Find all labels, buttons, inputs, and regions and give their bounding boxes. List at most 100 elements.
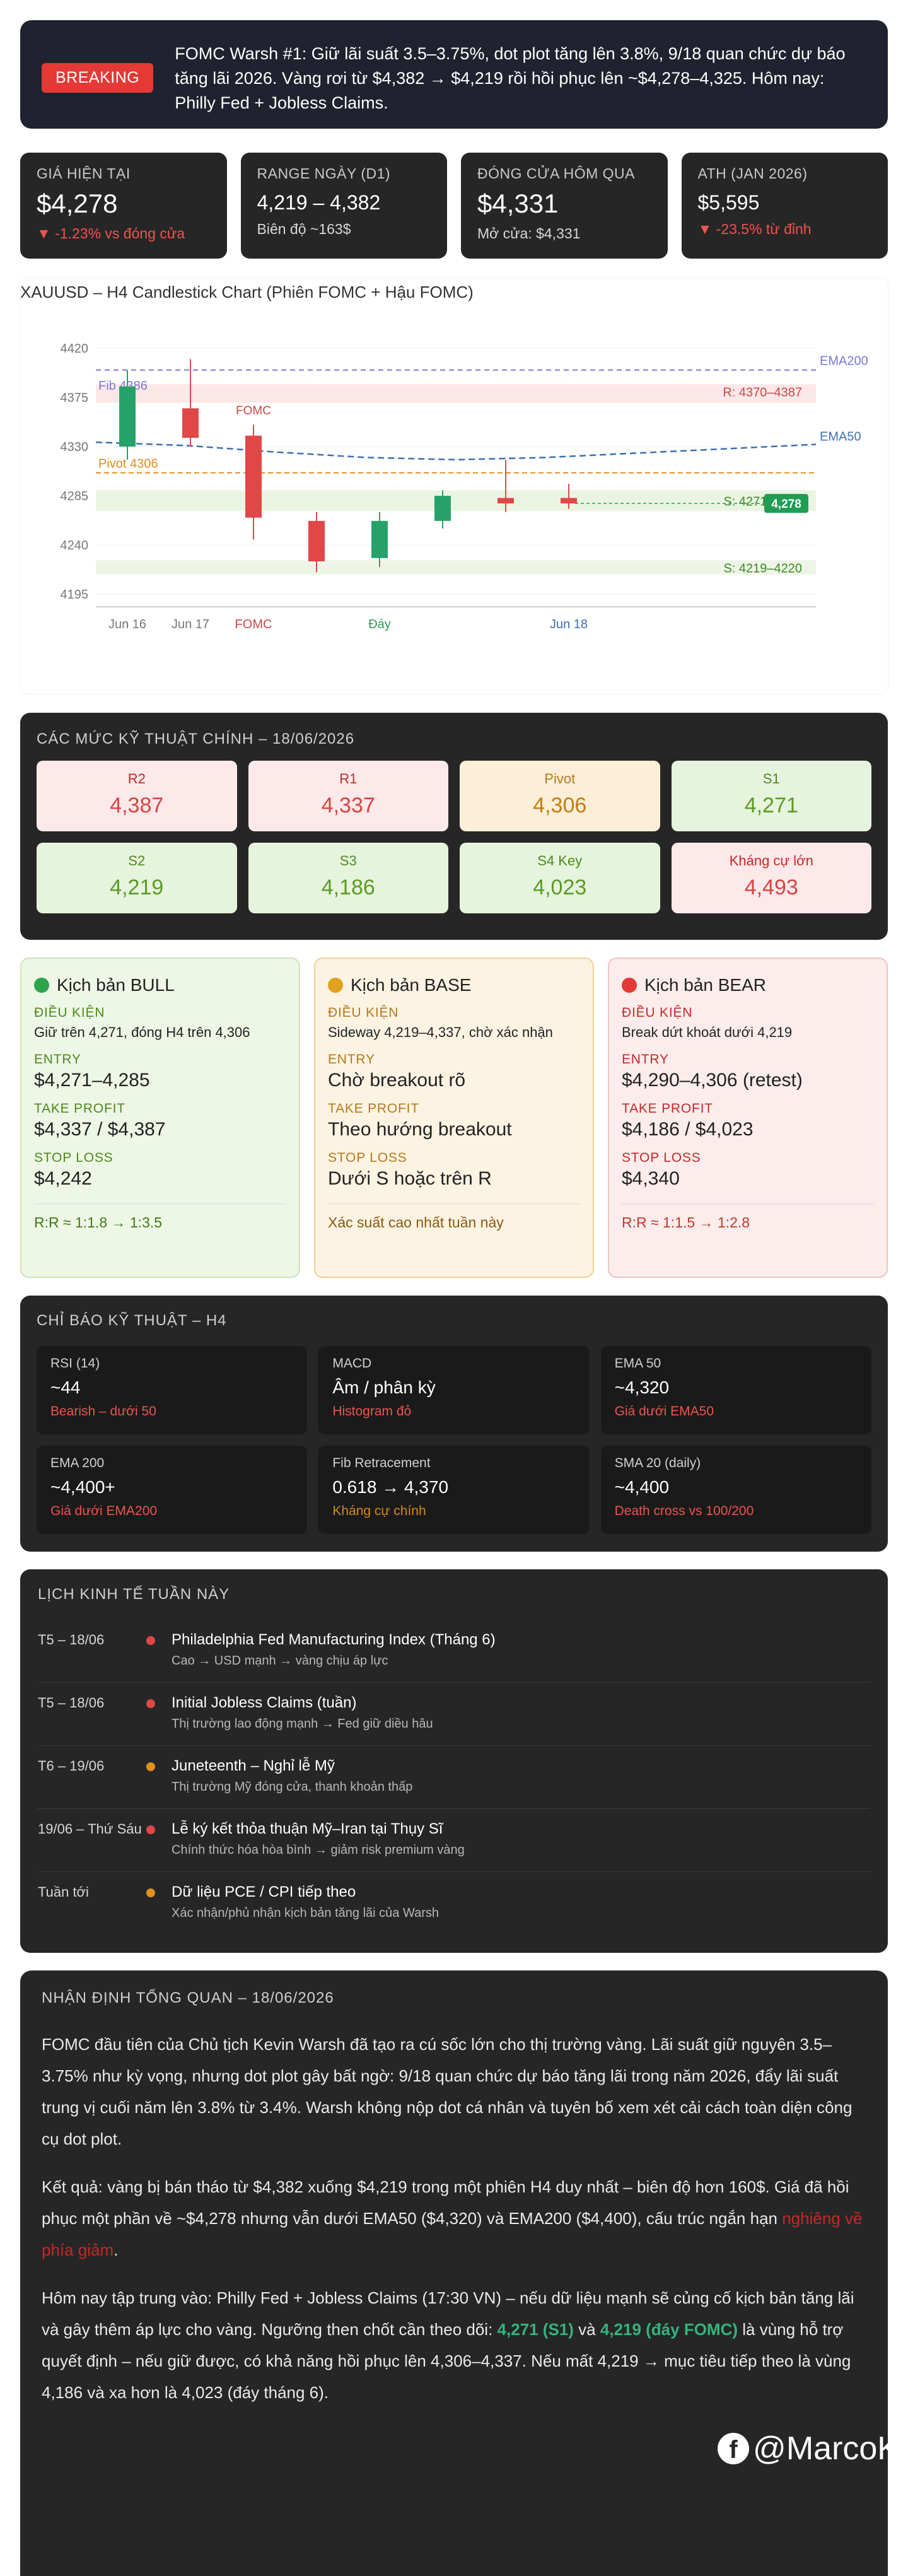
calendar-event: T5 – 18/06 Initial Jobless Claims (tuần)… [38, 1683, 870, 1746]
candle-body [434, 496, 451, 521]
y-tick-label: 4240 [61, 539, 89, 553]
x-tick-label: FOMC [235, 618, 272, 631]
take-profit-label: TAKE PROFIT [34, 1101, 125, 1116]
risk-reward: R:R ≈ 1:1.8 → 1:3.5 [34, 1203, 286, 1231]
event-date: 19/06 – Thứ Sáu [38, 1821, 142, 1837]
entry-label: ENTRY [34, 1052, 81, 1067]
indicator-value: ~4,400 [614, 1477, 670, 1497]
level-pivot: Pivot 4,306 [460, 761, 660, 831]
indicator-note: Kháng cự chính [332, 1504, 426, 1518]
support-zone-label: S: 4219–4220 [723, 561, 802, 575]
level-s2: S2 4,219 [37, 843, 237, 913]
stat-current-price: GIÁ HIỆN TẠI $4,278 ▼ -1.23% vs đóng cửa [20, 153, 227, 259]
summary-paragraph-1: FOMC đầu tiên của Chủ tịch Kevin Warsh đ… [42, 2035, 853, 2148]
candle-body [182, 408, 199, 438]
summary-paragraph-2: Kết quả: vàng bị bán tháo từ $4,382 xuốn… [42, 2171, 866, 2266]
condition-label: ĐIỀU KIỆN [34, 1005, 105, 1020]
y-tick-label: 4375 [61, 391, 89, 405]
candle-body [498, 498, 514, 504]
economic-calendar-section: LỊCH KINH TẾ TUẦN NÀY T5 – 18/06 Philade… [20, 1569, 888, 1953]
impact-dot-icon [146, 1699, 155, 1708]
level-r2: R2 4,387 [37, 761, 237, 831]
indicator-value: ~4,400+ [50, 1477, 115, 1497]
stat-daily-range: RANGE NGÀY (D1) 4,219 – 4,382 Biên độ ~1… [240, 153, 447, 259]
section-title: CHỈ BÁO KỸ THUẬT – H4 [37, 1312, 227, 1329]
level-name: R1 [339, 771, 358, 787]
indicator-value: 0.618 → 4,370 [332, 1477, 449, 1497]
stat-prev-close: ĐÓNG CỬA HÔM QUA $4,331 Mở cửa: $4,331 [461, 153, 668, 259]
event-date: T5 – 18/06 [38, 1695, 105, 1711]
calendar-event: T6 – 19/06 Juneteenth – Nghỉ lễ Mỹ Thị tr… [38, 1746, 870, 1809]
stop-loss-label: STOP LOSS [34, 1150, 114, 1165]
entry-value: $4,290–4,306 (retest) [622, 1070, 803, 1091]
level-s4-key: S4 Key 4,023 [460, 843, 660, 913]
level-value: 4,493 [744, 875, 798, 899]
take-profit-value: $4,186 / $4,023 [622, 1119, 754, 1140]
scenario-base: Kịch bản BASE ĐIỀU KIỆN Sideway 4,219–4,… [314, 957, 594, 1278]
candlestick-chart: 4420 4375 4330 4285 4240 4195 EMA200 Pivot 4306… [61, 342, 868, 631]
indicator-name: MACD [332, 1356, 372, 1371]
indicators-grid: RSI (14) ~44 Bearish – dưới 50 MACD Âm / ph… [37, 1346, 871, 1534]
calendar-event: 19/06 – Thứ Sáu Lễ ký kết thỏa thuận Mỹ–… [38, 1809, 870, 1872]
level-name: S4 Key [537, 853, 583, 869]
indicator-note: Death cross vs 100/200 [614, 1504, 754, 1518]
condition-label: ĐIỀU KIỆN [328, 1005, 399, 1020]
stat-sub: ▼ -23.5% từ đỉnh [697, 221, 812, 237]
level-name: S3 [339, 853, 357, 869]
stat-value: 4,219 – 4,382 [257, 191, 381, 214]
summary-section: NHẬN ĐỊNH TỔNG QUAN – 18/06/2026 FOMC đầ… [20, 1970, 888, 2576]
y-tick-label: 4195 [61, 588, 89, 602]
impact-dot-icon [146, 1825, 155, 1834]
ema50-label: EMA50 [820, 430, 861, 444]
risk-reward: R:R ≈ 1:1.5 → 1:2.8 [622, 1203, 874, 1231]
breaking-banner: BREAKING FOMC Warsh #1: Giữ lãi suất 3.5… [20, 20, 888, 129]
indicator-rsi: RSI (14) ~44 Bearish – dưới 50 [37, 1346, 308, 1434]
level-s1: S1 4,271 [671, 761, 871, 831]
stat-value: $4,331 [477, 189, 559, 218]
event-desc: Chính thức hóa hòa bình → giảm risk prem… [172, 1843, 465, 1857]
level-name: Kháng cự lớn [729, 853, 813, 869]
section-title: CÁC MỨC KỸ THUẬT CHÍNH – 18/06/2026 [37, 730, 355, 747]
indicator-value: Âm / phân kỳ [332, 1378, 436, 1397]
breaking-badge: BREAKING [42, 63, 154, 93]
stat-label: RANGE NGÀY (D1) [257, 165, 391, 182]
indicator-name: EMA 200 [50, 1456, 105, 1470]
section-title: LỊCH KINH TẾ TUẦN NÀY [38, 1586, 230, 1603]
event-date: T6 – 19/06 [38, 1758, 105, 1774]
take-profit-value: $4,337 / $4,387 [34, 1119, 166, 1140]
entry-value: Chờ breakout rõ [328, 1070, 466, 1091]
scenario-title: Kịch bản BULL [57, 975, 175, 995]
scenario-bear: Kịch bản BEAR ĐIỀU KIỆN Break dứt khoát … [608, 957, 888, 1278]
stat-sub: Biên độ ~163$ [257, 221, 351, 237]
zone-band [96, 384, 816, 403]
current-price-tag-text: 4,278 [771, 498, 801, 511]
level-major-resistance: Kháng cự lớn 4,493 [671, 843, 871, 913]
indicator-note: Giá dưới EMA50 [614, 1404, 714, 1419]
x-tick-label: Jun 16 [108, 618, 146, 631]
level-r1: R1 4,337 [248, 761, 448, 831]
take-profit-label: TAKE PROFIT [622, 1101, 713, 1116]
text-run: . [114, 2240, 119, 2259]
scenario-bull: Kịch bản BULL ĐIỀU KIỆN Giữ trên 4,271, … [20, 957, 300, 1278]
event-desc: Xác nhận/phủ nhận kịch bản tăng lãi của … [172, 1906, 439, 1920]
x-tick-label: Jun 17 [172, 618, 209, 631]
stat-label: ATH (JAN 2026) [697, 165, 808, 182]
section-title: NHẬN ĐỊNH TỔNG QUAN – 18/06/2026 [42, 1989, 334, 2006]
impact-dot-icon [146, 1762, 155, 1771]
x-tick-label: Jun 18 [550, 618, 588, 631]
stop-loss-value: $4,242 [34, 1168, 92, 1189]
level-name: S1 [762, 771, 780, 787]
condition-text: Break dứt khoát dưới 4,219 [622, 1024, 793, 1040]
condition-label: ĐIỀU KIỆN [622, 1005, 693, 1020]
key-levels-section: CÁC MỨC KỸ THUẬT CHÍNH – 18/06/2026 R2 4,… [20, 713, 888, 940]
level-name: S2 [128, 853, 146, 869]
indicator-value: ~44 [50, 1378, 81, 1397]
stop-loss-label: STOP LOSS [328, 1150, 407, 1165]
level-name: R2 [127, 771, 146, 787]
take-profit-value: Theo hướng breakout [328, 1119, 512, 1140]
text-run: Kết quả: vàng bị bán tháo từ $4,382 xuốn… [42, 2177, 849, 2228]
watermark-text: @MarcoK [753, 2430, 899, 2467]
indicator-name: RSI (14) [50, 1356, 100, 1371]
event-title: Juneteenth – Nghỉ lễ Mỹ [172, 1757, 335, 1774]
indicator-sma20: SMA 20 (daily) ~4,400 Death cross vs 100/2… [600, 1446, 871, 1534]
